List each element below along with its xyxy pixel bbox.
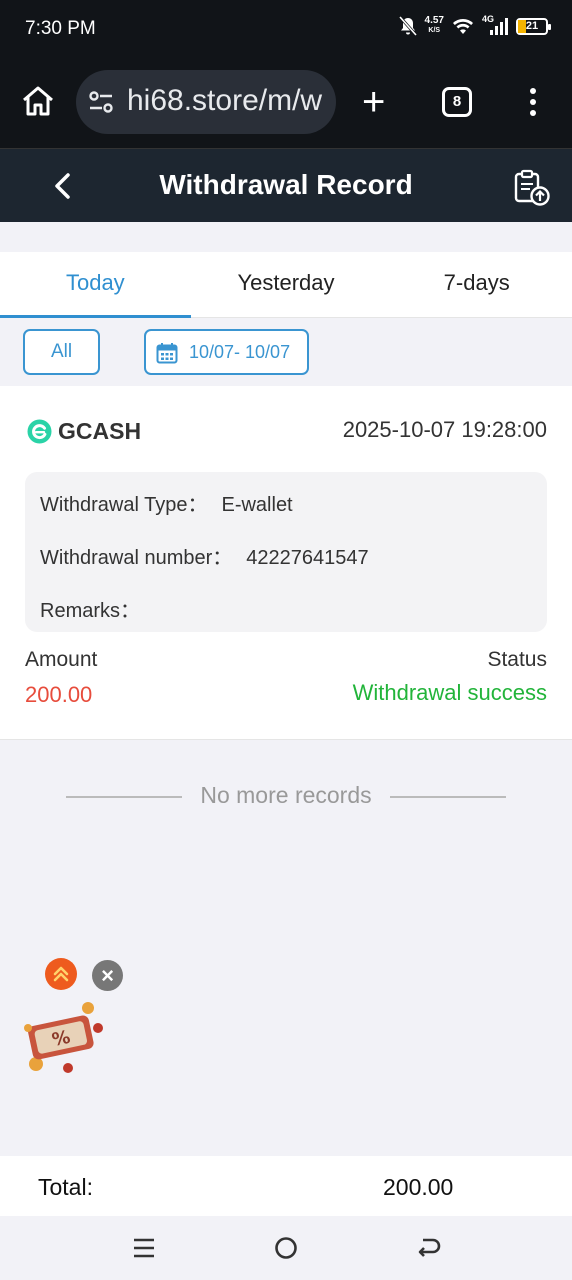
more-menu-icon[interactable] bbox=[530, 88, 538, 118]
total-bar: Total: 200.00 bbox=[0, 1156, 572, 1216]
signal-icon: 4G bbox=[482, 14, 508, 36]
record-datetime: 2025-10-07 19:28:00 bbox=[342, 417, 547, 442]
home-button-icon[interactable] bbox=[272, 1234, 300, 1262]
remarks-row: Remarks： bbox=[40, 594, 154, 623]
battery-icon: 21 bbox=[516, 17, 551, 35]
withdrawal-type-label: Withdrawal Type： bbox=[40, 494, 208, 516]
withdrawal-number-value: 42227641547 bbox=[246, 547, 369, 569]
withdrawal-type-value: E-wallet bbox=[221, 494, 293, 516]
status-icons: 4.57 K/S 4G 21 bbox=[398, 14, 551, 36]
tab-today[interactable]: Today bbox=[0, 252, 191, 318]
net-speed: 4.57 K/S bbox=[424, 15, 444, 35]
date-range-text: 10/07- 10/07 bbox=[189, 342, 291, 362]
all-filter-button[interactable]: All bbox=[23, 329, 100, 375]
tab-switcher-button[interactable]: 8 bbox=[442, 87, 472, 117]
no-more-records: No more records bbox=[0, 782, 572, 809]
back-button-icon[interactable] bbox=[415, 1234, 443, 1262]
mute-bell-icon bbox=[398, 16, 417, 36]
status-value: Withdrawal success bbox=[352, 680, 547, 705]
page-title: Withdrawal Record bbox=[159, 169, 413, 200]
double-chevron-up-icon bbox=[53, 966, 69, 982]
site-settings-icon[interactable] bbox=[88, 90, 114, 114]
filter-row: All 10/07- 10/07 bbox=[0, 318, 572, 386]
scroll-top-button[interactable] bbox=[45, 958, 77, 990]
withdrawal-type-row: Withdrawal Type： E-wallet bbox=[40, 488, 293, 517]
remarks-label: Remarks： bbox=[40, 600, 141, 622]
amount-label: Amount bbox=[25, 648, 98, 671]
tab-7-days[interactable]: 7-days bbox=[381, 252, 572, 317]
date-range-button[interactable]: 10/07- 10/07 bbox=[144, 329, 309, 375]
record-details: Withdrawal Type： E-wallet Withdrawal numb… bbox=[25, 472, 547, 632]
withdrawal-record-card[interactable]: GCASH 2025-10-07 19:28:00 Withdrawal Typ… bbox=[0, 386, 572, 740]
date-tabs: Today Yesterday 7-days bbox=[0, 252, 572, 318]
browser-toolbar: hi68.store/m/w + 8 bbox=[0, 58, 572, 148]
calendar-icon bbox=[156, 343, 178, 364]
recent-apps-icon[interactable] bbox=[130, 1234, 158, 1262]
status-time: 7:30 PM bbox=[25, 18, 96, 39]
app-header: Withdrawal Record bbox=[0, 148, 572, 222]
discount-gift-icon[interactable]: % bbox=[18, 998, 108, 1078]
total-label: Total: bbox=[38, 1174, 93, 1200]
status-bar: 7:30 PM 4.57 K/S 4G 21 bbox=[0, 0, 572, 58]
home-icon[interactable] bbox=[20, 83, 56, 119]
amount-value: 200.00 bbox=[25, 682, 93, 707]
clipboard-upload-icon[interactable] bbox=[512, 169, 552, 207]
channel-name: GCASH bbox=[58, 418, 142, 444]
tab-yesterday[interactable]: Yesterday bbox=[191, 252, 382, 317]
withdrawal-number-label: Withdrawal number： bbox=[40, 547, 233, 569]
new-tab-button[interactable]: + bbox=[362, 82, 385, 122]
total-value: 200.00 bbox=[383, 1174, 454, 1200]
gcash-logo-icon bbox=[27, 419, 52, 444]
wifi-icon bbox=[453, 19, 473, 34]
status-label: Status bbox=[487, 648, 547, 671]
close-promo-button[interactable]: × bbox=[92, 960, 123, 991]
withdrawal-number-row: Withdrawal number： 42227641547 bbox=[40, 541, 369, 570]
channel: GCASH bbox=[27, 418, 141, 445]
system-nav-bar bbox=[0, 1216, 572, 1280]
url-text[interactable]: hi68.store/m/w bbox=[127, 84, 322, 118]
address-bar[interactable]: hi68.store/m/w bbox=[76, 70, 336, 134]
